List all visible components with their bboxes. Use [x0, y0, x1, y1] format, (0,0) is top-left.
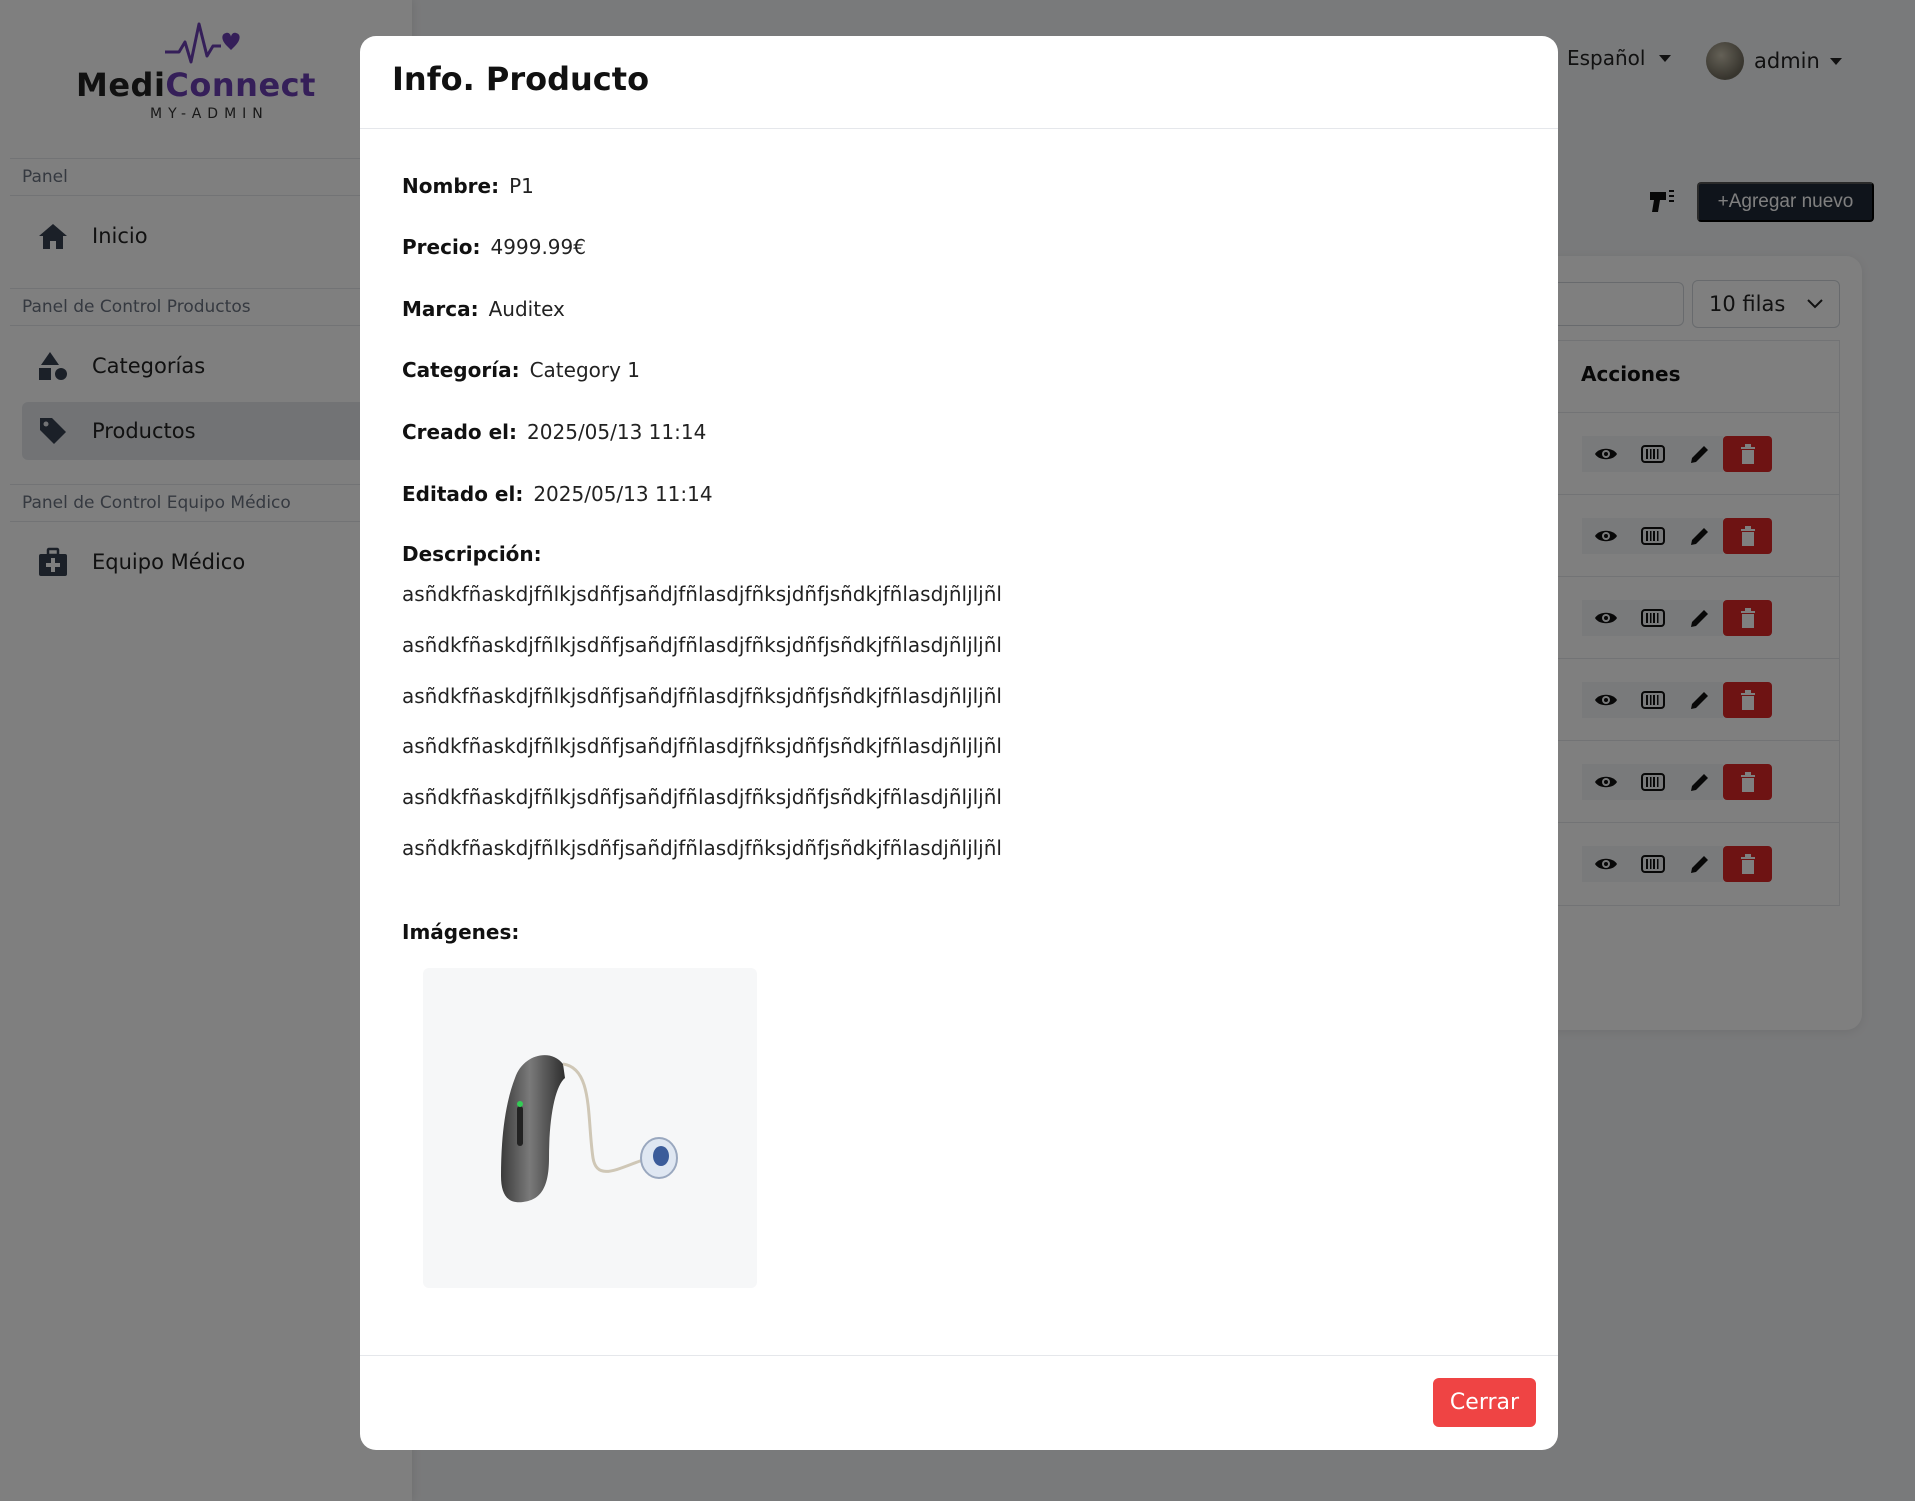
modal-footer — [360, 1355, 1558, 1450]
product-image[interactable] — [423, 968, 757, 1288]
field-editado: Editado el: 2025/05/13 11:14 — [402, 482, 713, 506]
close-button[interactable]: Cerrar — [1433, 1378, 1536, 1427]
hearing-aid-image — [501, 1055, 678, 1203]
description-line: asñdkfñaskdjfñlkjsdñfjsañdjfñlasdjfñksjd… — [402, 633, 1002, 657]
field-label: Precio: — [402, 235, 481, 259]
field-creado: Creado el: 2025/05/13 11:14 — [402, 420, 706, 444]
description-label: Descripción: — [402, 542, 542, 566]
field-label: Editado el: — [402, 482, 524, 506]
field-categoria: Categoría: Category 1 — [402, 358, 640, 382]
field-marca: Marca: Auditex — [402, 297, 565, 321]
description-line: asñdkfñaskdjfñlkjsdñfjsañdjfñlasdjfñksjd… — [402, 836, 1002, 860]
field-value: Category 1 — [529, 358, 641, 382]
field-label: Categoría: — [402, 358, 520, 382]
field-value: 2025/05/13 11:14 — [527, 420, 707, 444]
field-value: 4999.99€ — [490, 235, 586, 259]
images-label: Imágenes: — [402, 920, 520, 944]
field-label: Creado el: — [402, 420, 518, 444]
field-value: 2025/05/13 11:14 — [533, 482, 713, 506]
field-label: Marca: — [402, 297, 479, 321]
field-label: Nombre: — [402, 174, 500, 198]
description-line: asñdkfñaskdjfñlkjsdñfjsañdjfñlasdjfñksjd… — [402, 582, 1002, 606]
description-line: asñdkfñaskdjfñlkjsdñfjsañdjfñlasdjfñksjd… — [402, 684, 1002, 708]
product-info-modal: Info. Producto Nombre: P1 Precio: 4999.99€… — [360, 36, 1558, 1450]
description-line: asñdkfñaskdjfñlkjsdñfjsañdjfñlasdjfñksjd… — [402, 734, 1002, 758]
modal-header: Info. Producto — [360, 36, 1558, 129]
description-line: asñdkfñaskdjfñlkjsdñfjsañdjfñlasdjfñksjd… — [402, 785, 1002, 809]
modal-title: Info. Producto — [392, 60, 650, 98]
field-value: Auditex — [488, 297, 565, 321]
field-precio: Precio: 4999.99€ — [402, 235, 586, 259]
field-nombre: Nombre: P1 — [402, 174, 534, 198]
field-value: P1 — [509, 174, 534, 198]
